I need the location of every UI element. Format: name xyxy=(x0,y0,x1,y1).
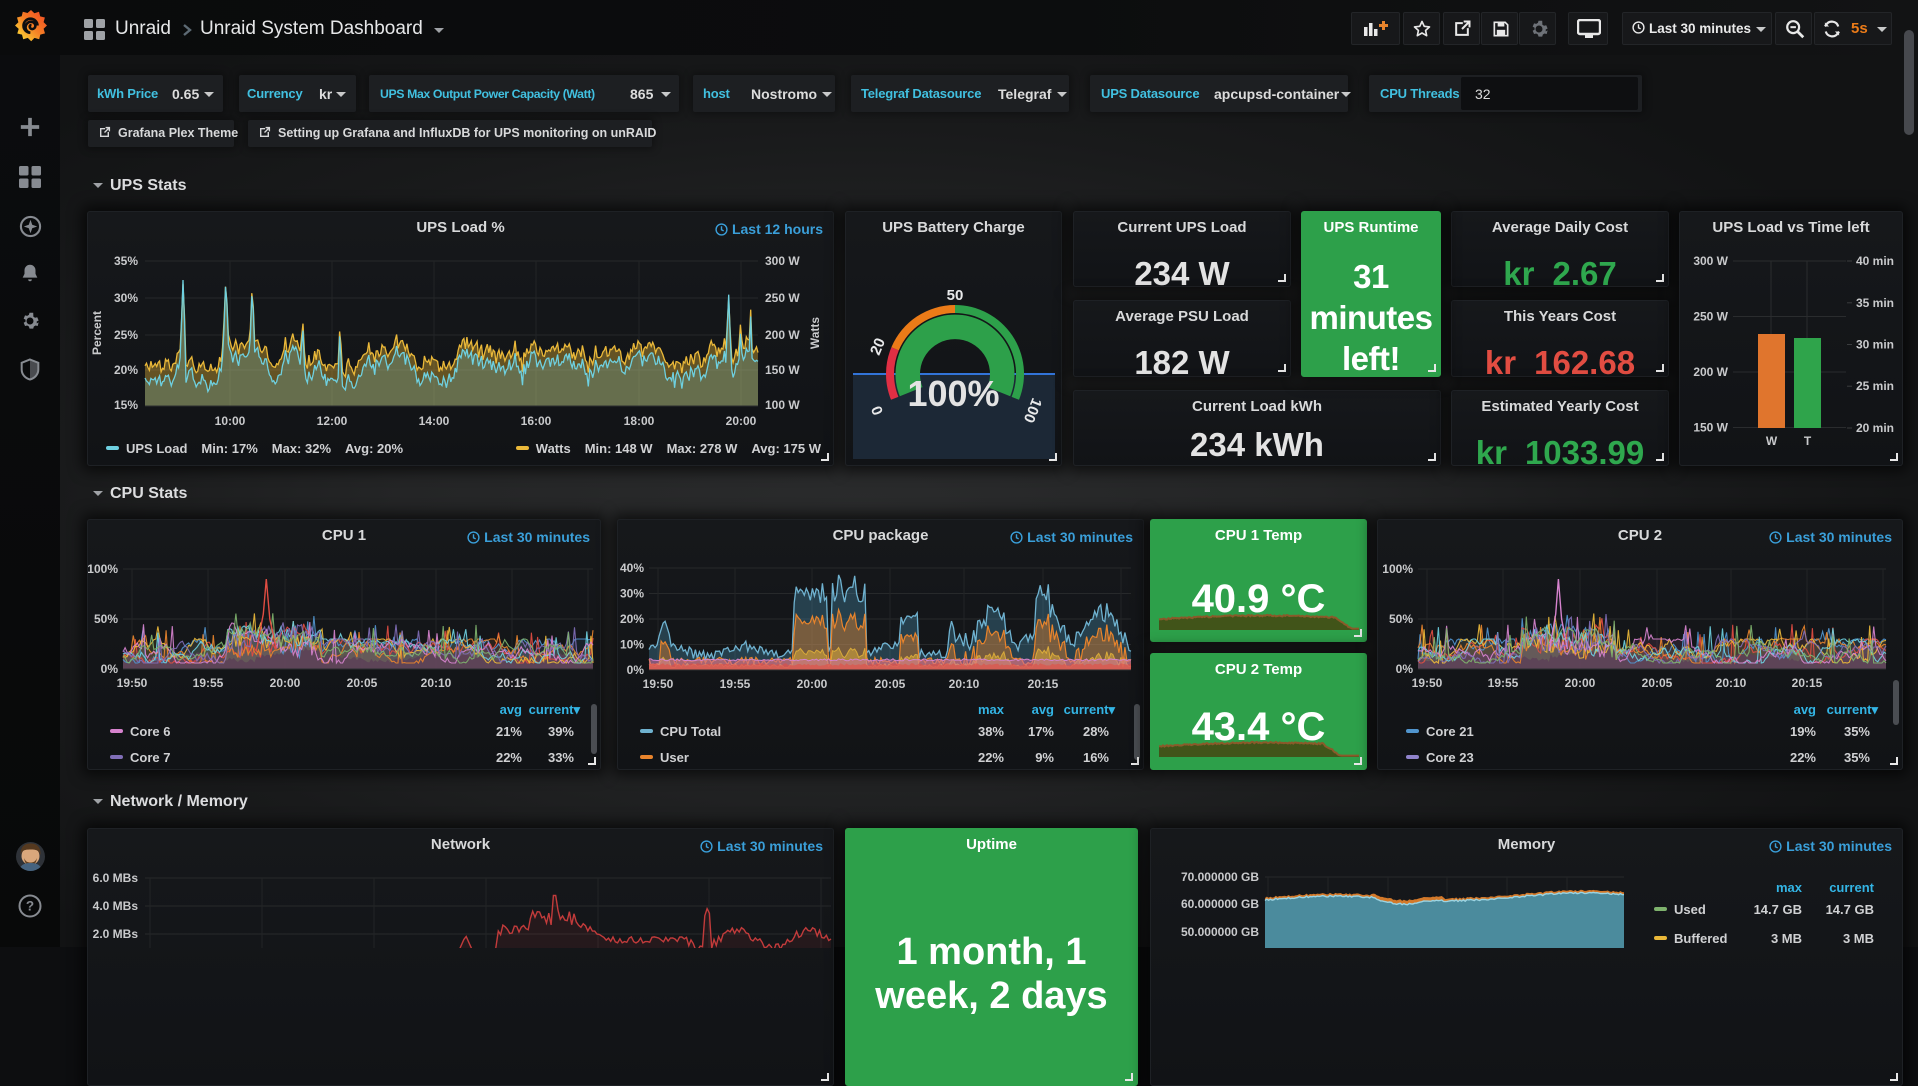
svg-text:20:00: 20:00 xyxy=(797,677,828,691)
svg-text:10:00: 10:00 xyxy=(215,414,246,428)
svg-text:100%: 100% xyxy=(88,562,118,576)
svg-text:19:55: 19:55 xyxy=(720,677,751,691)
svg-text:20: 20 xyxy=(867,336,889,358)
svg-text:6.0 MBs: 6.0 MBs xyxy=(93,871,139,885)
svg-text:30 min: 30 min xyxy=(1856,338,1894,352)
svg-text:19:55: 19:55 xyxy=(1488,676,1519,690)
svg-text:19:50: 19:50 xyxy=(117,676,148,690)
svg-text:20:00: 20:00 xyxy=(726,414,757,428)
svg-text:20%: 20% xyxy=(620,612,644,626)
svg-text:19:55: 19:55 xyxy=(193,676,224,690)
svg-text:20:05: 20:05 xyxy=(347,676,378,690)
svg-text:35 min: 35 min xyxy=(1856,296,1894,310)
svg-text:20:10: 20:10 xyxy=(1716,676,1747,690)
svg-text:19:50: 19:50 xyxy=(1412,676,1443,690)
svg-text:20:00: 20:00 xyxy=(1565,676,1596,690)
svg-text:25%: 25% xyxy=(114,328,138,342)
svg-text:20:15: 20:15 xyxy=(1792,676,1823,690)
svg-text:20%: 20% xyxy=(114,363,138,377)
svg-text:W: W xyxy=(1766,434,1778,448)
svg-text:0%: 0% xyxy=(627,663,645,677)
svg-text:14:00: 14:00 xyxy=(419,414,450,428)
svg-text:50%: 50% xyxy=(94,612,118,626)
svg-text:?: ? xyxy=(26,899,34,914)
svg-text:40 min: 40 min xyxy=(1856,254,1894,268)
svg-text:Watts: Watts xyxy=(808,317,822,350)
svg-text:T: T xyxy=(1804,434,1812,448)
svg-text:10%: 10% xyxy=(620,638,644,652)
svg-text:300 W: 300 W xyxy=(1693,254,1728,268)
svg-text:50%: 50% xyxy=(1389,612,1413,626)
svg-text:20:15: 20:15 xyxy=(1028,677,1059,691)
svg-text:20:10: 20:10 xyxy=(421,676,452,690)
svg-text:0%: 0% xyxy=(1396,662,1414,676)
svg-text:19:50: 19:50 xyxy=(643,677,674,691)
svg-text:Percent: Percent xyxy=(90,311,104,355)
svg-text:250 W: 250 W xyxy=(1693,310,1728,324)
svg-text:150 W: 150 W xyxy=(1693,421,1728,435)
svg-text:20:05: 20:05 xyxy=(875,677,906,691)
svg-text:70.000000 GB: 70.000000 GB xyxy=(1181,870,1259,884)
svg-text:20:15: 20:15 xyxy=(497,676,528,690)
svg-text:4.0 MBs: 4.0 MBs xyxy=(93,899,139,913)
svg-text:2.0 MBs: 2.0 MBs xyxy=(93,927,139,941)
svg-text:30%: 30% xyxy=(620,587,644,601)
svg-text:0%: 0% xyxy=(101,662,119,676)
svg-text:200 W: 200 W xyxy=(765,328,800,342)
svg-text:40%: 40% xyxy=(620,561,644,575)
svg-text:15%: 15% xyxy=(114,398,138,412)
svg-text:35%: 35% xyxy=(114,254,138,268)
svg-text:20:00: 20:00 xyxy=(270,676,301,690)
svg-text:20:10: 20:10 xyxy=(949,677,980,691)
svg-text:200 W: 200 W xyxy=(1693,365,1728,379)
svg-text:60.000000 GB: 60.000000 GB xyxy=(1181,897,1259,911)
svg-text:50: 50 xyxy=(947,287,964,304)
svg-text:300 W: 300 W xyxy=(765,254,800,268)
svg-text:12:00: 12:00 xyxy=(317,414,348,428)
svg-text:100%: 100% xyxy=(1382,562,1413,576)
svg-text:16:00: 16:00 xyxy=(521,414,552,428)
svg-text:150 W: 150 W xyxy=(765,363,800,377)
svg-text:18:00: 18:00 xyxy=(624,414,655,428)
svg-text:250 W: 250 W xyxy=(765,291,800,305)
svg-text:20 min: 20 min xyxy=(1856,421,1894,435)
svg-text:25 min: 25 min xyxy=(1856,379,1894,393)
svg-text:50.000000 GB: 50.000000 GB xyxy=(1181,925,1259,939)
svg-text:20:05: 20:05 xyxy=(1642,676,1673,690)
svg-text:30%: 30% xyxy=(114,291,138,305)
svg-text:100 W: 100 W xyxy=(765,398,800,412)
